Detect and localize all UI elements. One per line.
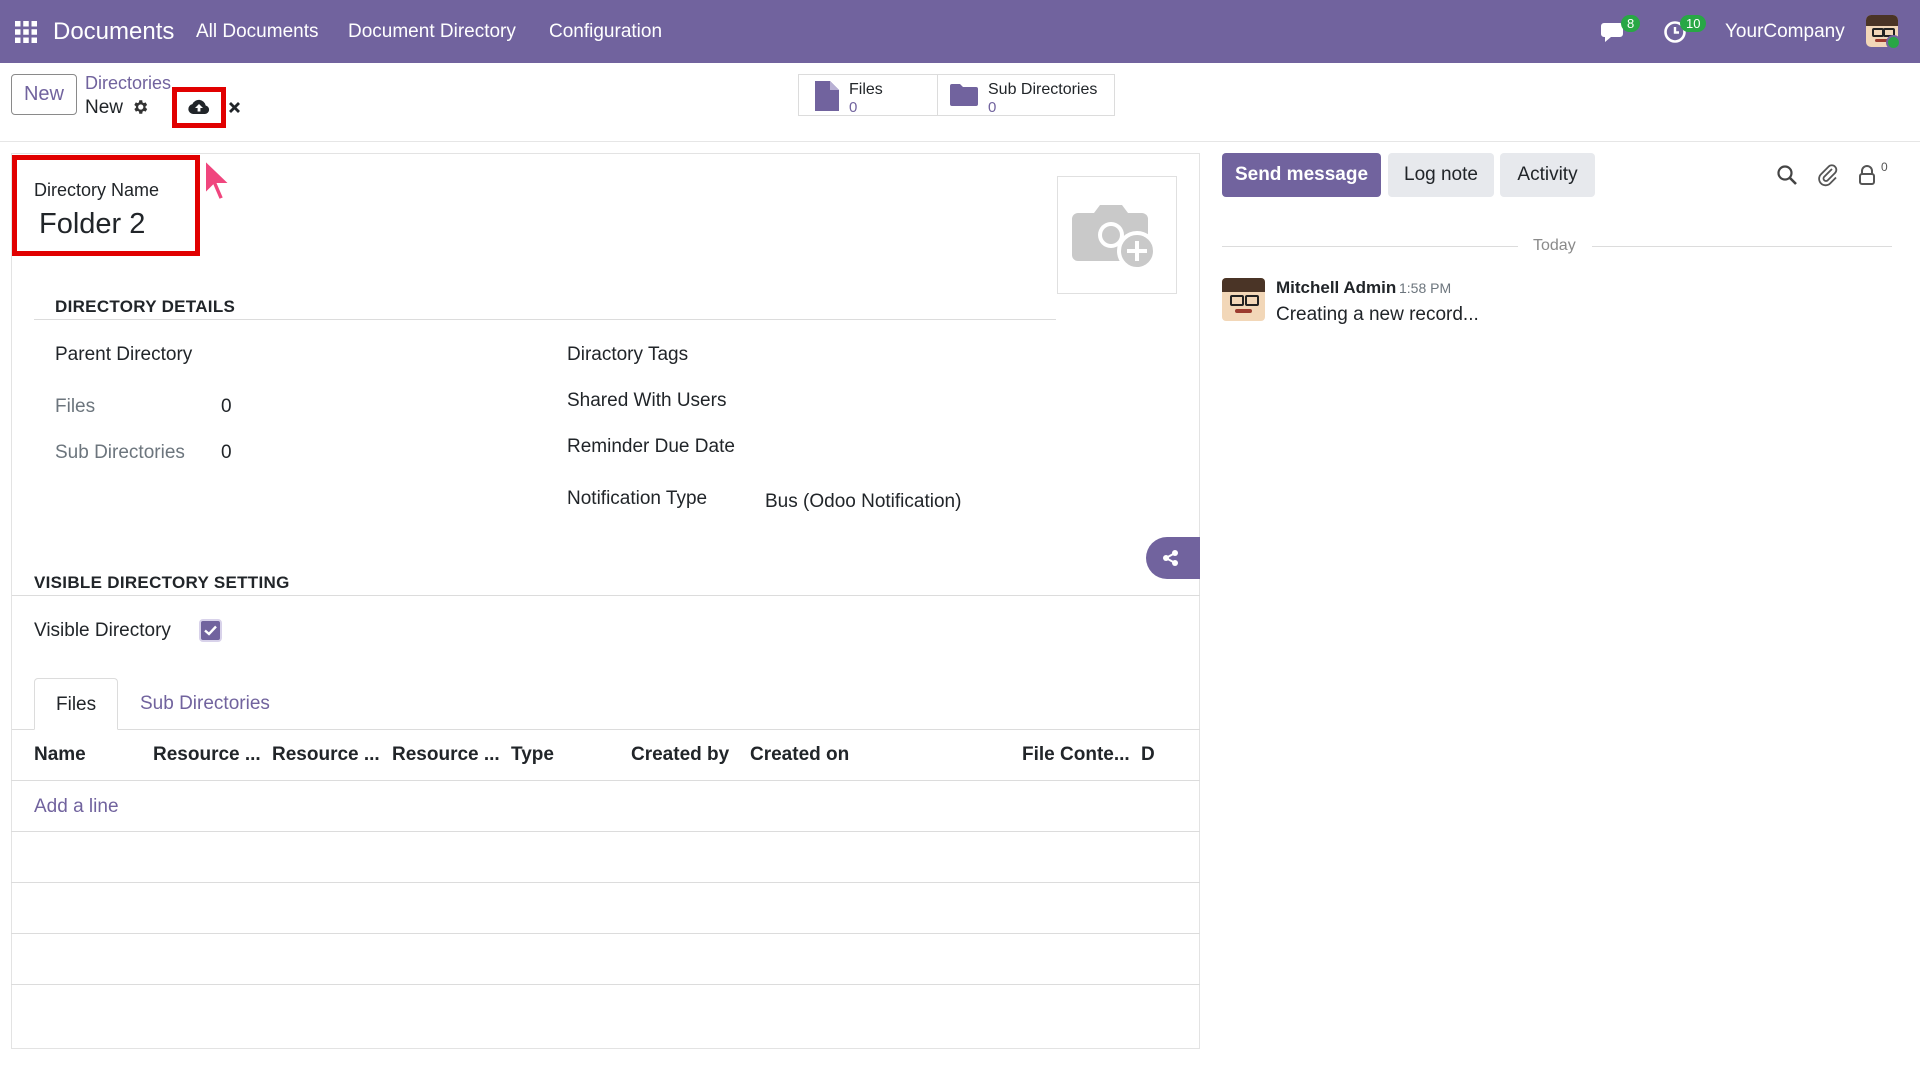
tab-sub-directories[interactable]: Sub Directories <box>140 693 270 715</box>
activities-badge: 10 <box>1680 15 1707 32</box>
camera-plus-icon <box>1072 205 1157 271</box>
files-label: Files <box>55 396 96 417</box>
files-value: 0 <box>221 396 232 417</box>
log-note-button[interactable]: Log note <box>1388 153 1494 197</box>
parent-directory-label: Parent Directory <box>55 344 193 365</box>
column-header-d[interactable]: D <box>1141 744 1155 766</box>
menu-configuration[interactable]: Configuration <box>549 21 662 43</box>
directory-tags-label: Diractory Tags <box>567 344 689 365</box>
followers-lock-icon[interactable] <box>1858 164 1876 186</box>
message-time: 1:58 PM <box>1399 280 1452 296</box>
paperclip-icon[interactable] <box>1817 163 1839 187</box>
menu-all-documents[interactable]: All Documents <box>196 21 319 43</box>
table-row-divider <box>11 882 1200 883</box>
smart-button-files-value: 0 <box>849 99 858 116</box>
message-body: Creating a new record... <box>1276 304 1479 325</box>
new-button[interactable]: New <box>11 74 77 115</box>
share-icon <box>1163 550 1178 566</box>
checkmark-icon <box>204 625 217 636</box>
add-a-line-link[interactable]: Add a line <box>34 796 119 818</box>
visible-directory-checkbox[interactable] <box>199 619 222 642</box>
column-header-resource-1[interactable]: Resource ... <box>153 744 261 766</box>
date-divider-left <box>1222 246 1518 247</box>
tab-files-label: Files <box>56 694 97 715</box>
image-upload[interactable] <box>1057 176 1177 294</box>
notification-type-label: Notification Type <box>567 488 708 509</box>
column-header-resource-3[interactable]: Resource ... <box>392 744 500 766</box>
search-icon[interactable] <box>1776 164 1798 186</box>
directory-name-input[interactable]: Folder 2 <box>39 208 145 241</box>
tab-files[interactable]: Files <box>34 678 118 730</box>
column-header-resource-2[interactable]: Resource ... <box>272 744 380 766</box>
form-sheet <box>11 153 1200 1049</box>
gear-icon[interactable] <box>131 98 149 116</box>
tabs-divider <box>12 729 1200 730</box>
smart-button-files-label: Files <box>849 81 883 98</box>
smart-button-subdirs-value: 0 <box>988 99 997 116</box>
share-button[interactable] <box>1146 537 1200 579</box>
section-divider <box>34 319 1056 320</box>
table-row-divider <box>11 984 1200 985</box>
visible-setting-title: VISIBLE DIRECTORY SETTING <box>34 573 290 592</box>
directory-name-label: Directory Name <box>34 180 160 200</box>
shared-with-users-label: Shared With Users <box>567 390 727 411</box>
breadcrumb-current: New <box>85 97 124 118</box>
sub-directories-value: 0 <box>221 442 232 463</box>
company-switcher[interactable]: YourCompany <box>1725 21 1845 43</box>
table-row-divider <box>11 780 1200 781</box>
reminder-due-date-label: Reminder Due Date <box>567 436 735 457</box>
directory-details-title: DIRECTORY DETAILS <box>55 297 236 316</box>
column-header-type[interactable]: Type <box>511 744 554 766</box>
app-name[interactable]: Documents <box>53 18 174 46</box>
table-row-divider <box>11 933 1200 934</box>
breadcrumb-directories[interactable]: Directories <box>85 73 171 94</box>
send-message-button[interactable]: Send message <box>1222 153 1381 197</box>
section-divider <box>12 595 1200 596</box>
menu-document-directory[interactable]: Document Directory <box>348 21 516 43</box>
smart-button-subdirs-label: Sub Directories <box>988 81 1098 98</box>
author-avatar[interactable] <box>1222 278 1265 321</box>
app-menu-icon[interactable] <box>14 20 38 44</box>
save-cloud-icon[interactable] <box>187 97 211 117</box>
file-icon <box>815 81 839 111</box>
discard-close-icon[interactable] <box>228 101 241 114</box>
messages-badge: 8 <box>1621 15 1641 32</box>
date-divider-right <box>1592 246 1892 247</box>
sub-directories-label: Sub Directories <box>55 442 185 463</box>
visible-directory-label: Visible Directory <box>34 620 171 641</box>
mouse-pointer-icon <box>204 158 233 202</box>
column-header-name[interactable]: Name <box>34 744 86 766</box>
message-author[interactable]: Mitchell Admin <box>1276 278 1396 298</box>
notification-type-select[interactable]: Bus (Odoo Notification) <box>765 491 961 513</box>
smart-button-sub-directories[interactable]: Sub Directories 0 <box>937 74 1115 116</box>
online-status-dot <box>1886 35 1901 50</box>
folder-icon <box>950 84 978 106</box>
table-row-divider <box>11 831 1200 832</box>
top-navbar: Documents All Documents Document Directo… <box>0 0 1920 63</box>
control-panel: New Directories New Files 0 Sub Director… <box>0 63 1920 142</box>
followers-count: 0 <box>1881 160 1888 174</box>
column-header-created-by[interactable]: Created by <box>631 744 729 766</box>
column-header-created-on[interactable]: Created on <box>750 744 849 766</box>
date-separator: Today <box>1533 237 1576 254</box>
smart-button-files[interactable]: Files 0 <box>798 74 938 116</box>
column-header-file-content[interactable]: File Conte... <box>1022 744 1130 766</box>
activity-button[interactable]: Activity <box>1500 153 1595 197</box>
